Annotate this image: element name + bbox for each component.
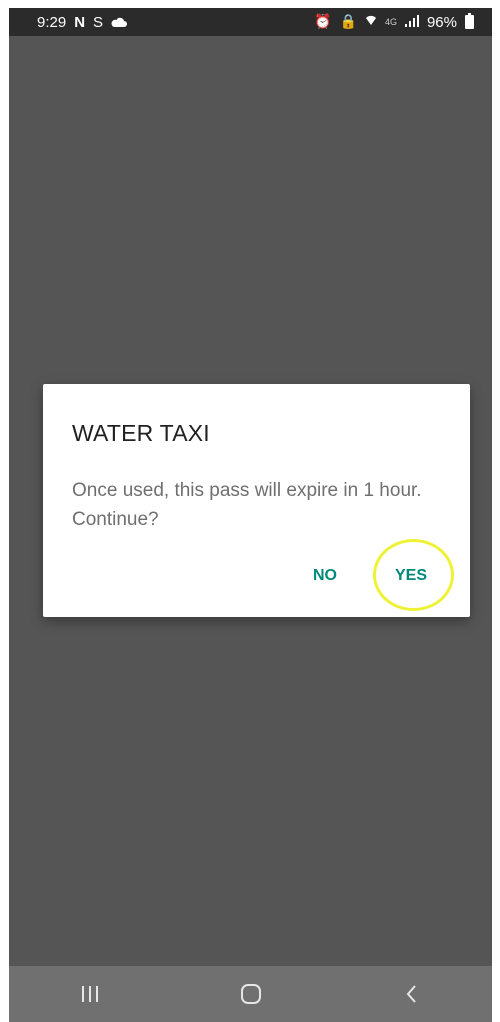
home-icon[interactable]: [221, 974, 281, 1014]
battery-percent: 96%: [426, 13, 457, 31]
phone-screen: 9:29 N S ⏰ 🔒 4G 96% WATER TAXI Once used…: [9, 8, 492, 1022]
network-type: 4G: [384, 17, 397, 27]
recent-apps-icon[interactable]: [60, 974, 120, 1014]
status-right: ⏰ 🔒 4G 96%: [314, 13, 474, 31]
battery-icon: [465, 13, 474, 29]
no-button[interactable]: NO: [313, 567, 337, 585]
navigation-bar: [9, 966, 492, 1022]
dialog-title: WATER TAXI: [72, 420, 210, 446]
status-left: 9:29 N S: [37, 13, 128, 31]
lock-icon: 🔒: [339, 14, 357, 30]
dialog-message: Once used, this pass will expire in 1 ho…: [72, 480, 422, 530]
yes-button[interactable]: YES: [395, 567, 427, 585]
cloud-icon: [111, 14, 128, 31]
confirm-dialog: WATER TAXI Once used, this pass will exp…: [43, 384, 470, 617]
status-bar: 9:29 N S ⏰ 🔒 4G 96%: [9, 8, 492, 36]
alarm-icon: ⏰: [314, 14, 332, 30]
signal-icon: [404, 14, 419, 31]
back-icon[interactable]: [382, 974, 442, 1014]
wifi-icon: [365, 14, 377, 30]
s-icon: S: [93, 13, 104, 31]
status-time: 9:29: [37, 13, 67, 31]
n-icon: N: [74, 13, 86, 31]
